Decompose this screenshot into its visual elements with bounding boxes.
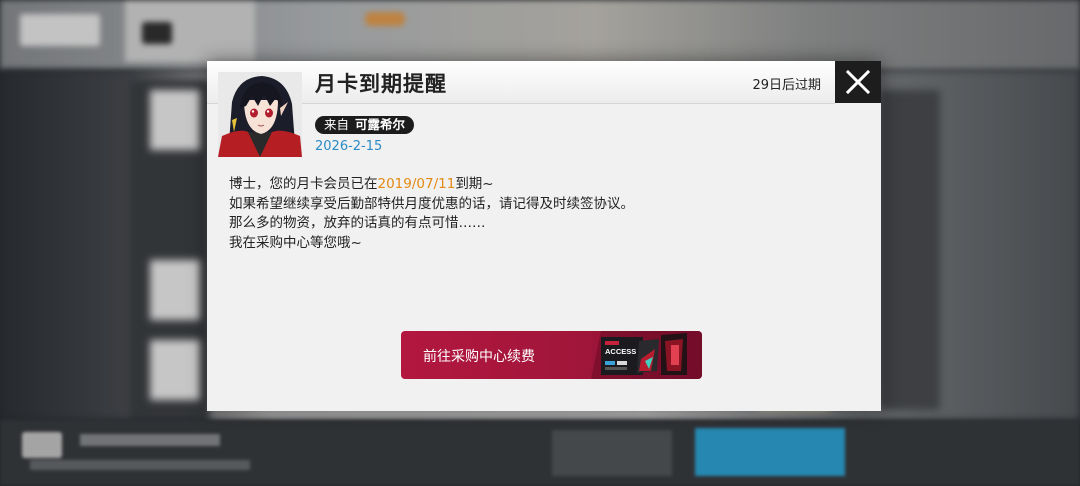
expired-date: 2019/07/11 [377, 176, 456, 192]
message-line-4: 我在采购中心等您哦~ [229, 234, 362, 251]
expire-countdown: 29日后过期 [752, 78, 821, 93]
message-line-1: 博士，您的月卡会员已在2019/07/11到期~ [229, 175, 634, 195]
message-text: 到期~ [455, 176, 494, 192]
go-to-store-renew-button[interactable]: 前往采购中心续费 ACCESS [401, 331, 702, 379]
character-avatar [218, 72, 302, 157]
monthly-card-art: ACCESS [591, 331, 702, 379]
close-icon [846, 70, 870, 94]
message-text: 博士，您的月卡会员已在 [229, 176, 378, 192]
expiry-reminder-dialog: 月卡到期提醒 29日后过期 来自 可露希尔 2026-2-15 博士，您的月卡会… [207, 61, 881, 411]
close-button[interactable] [835, 61, 881, 103]
sender-badge: 来自 可露希尔 [315, 116, 415, 134]
sender-name: 可露希尔 [355, 117, 406, 132]
message-date: 2026-2-15 [315, 139, 383, 154]
card-art-text: ACCESS [605, 347, 636, 356]
message-line-3: 那么多的物资，放弃的话真的有点可惜…… [229, 215, 486, 231]
message-body: 博士，您的月卡会员已在2019/07/11到期~ 如果希望继续享受后勤部特供月度… [229, 175, 634, 253]
sender-prefix: 来自 [324, 117, 350, 132]
renew-button-label: 前往采购中心续费 [423, 349, 535, 365]
message-line-2: 如果希望继续享受后勤部特供月度优惠的话，请记得及时续签协议。 [229, 195, 634, 212]
dialog-title: 月卡到期提醒 [315, 72, 447, 96]
